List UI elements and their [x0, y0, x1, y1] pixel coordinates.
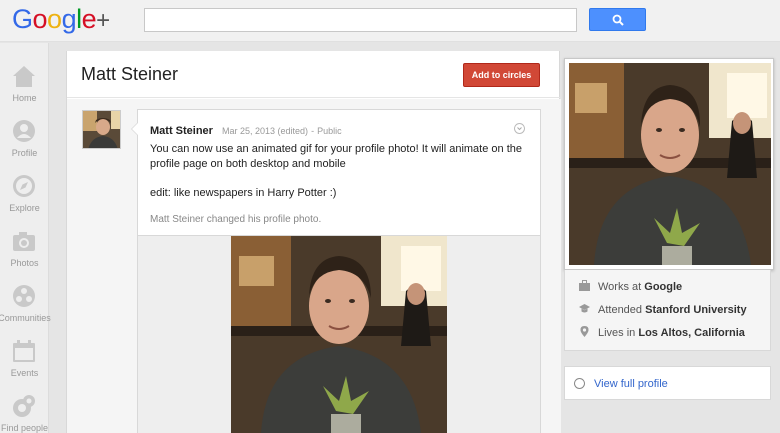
about-work: Works at Google — [579, 280, 682, 294]
home-icon — [13, 66, 35, 87]
main-column: Matt Steiner Add to circles Matt Steiner… — [66, 51, 561, 433]
nav-communities[interactable]: Communities — [0, 284, 51, 339]
about-edu-value: Stanford University — [645, 304, 747, 316]
profile-name: Matt Steiner — [81, 64, 179, 84]
post-menu-button[interactable] — [514, 123, 525, 134]
post-edit-note: edit: like newspapers in Harry Potter :) — [150, 187, 337, 199]
profile-photo[interactable] — [569, 63, 771, 265]
find-people-icon — [13, 395, 35, 417]
post-text: You can now use an animated gif for your… — [150, 143, 522, 170]
map-pin-icon — [580, 326, 589, 337]
view-full-profile-label: View full profile — [594, 378, 668, 390]
nav-photos[interactable]: Photos — [0, 229, 49, 284]
nav-home-label: Home — [12, 93, 37, 103]
chevron-down-icon — [517, 127, 522, 131]
events-icon — [13, 340, 35, 362]
post-meta-separator: - — [311, 126, 315, 136]
search-icon — [612, 14, 624, 26]
post-date[interactable]: Mar 25, 2013 (edited) — [222, 126, 308, 136]
search-input[interactable] — [144, 8, 577, 32]
nav-profile[interactable]: Profile — [0, 119, 49, 174]
about-work-value: Google — [644, 281, 683, 293]
nav-explore[interactable]: Explore — [0, 174, 49, 229]
avatar[interactable] — [82, 110, 121, 149]
profile-photo-card — [564, 58, 774, 270]
graduation-cap-icon — [579, 304, 590, 313]
nav-explore-label: Explore — [9, 203, 40, 213]
about-summary: Works at Google Attended Stanford Univer… — [564, 270, 771, 351]
nav-photos-label: Photos — [10, 258, 39, 268]
post-card: Matt Steiner Mar 25, 2013 (edited) - Publi… — [131, 109, 541, 236]
about-education: Attended Stanford University — [579, 303, 747, 317]
stream: Matt Steiner Mar 25, 2013 (edited) - Publi… — [67, 99, 561, 433]
profile-icon — [13, 120, 35, 142]
post-visibility[interactable]: Public — [317, 126, 342, 136]
explore-icon — [13, 175, 35, 197]
nav-events[interactable]: Events — [0, 339, 49, 394]
post-photo-frame — [137, 236, 541, 433]
briefcase-icon — [579, 280, 590, 291]
nav-find-people[interactable]: Find people — [0, 394, 49, 433]
about-loc-prefix: Lives in — [598, 327, 636, 339]
google-plus-logo[interactable]: Google+ — [12, 4, 110, 35]
search-button[interactable] — [589, 8, 646, 31]
about-edu-prefix: Attended — [598, 304, 643, 316]
nav-profile-label: Profile — [11, 148, 38, 158]
photos-icon — [13, 232, 35, 251]
about-location: Lives in Los Altos, California — [579, 326, 745, 340]
nav-communities-label: Communities — [0, 313, 51, 323]
add-to-circles-button[interactable]: Add to circles — [463, 63, 540, 87]
about-work-prefix: Works at — [598, 281, 642, 293]
profile-circle-icon — [574, 378, 585, 389]
post-activity: Matt Steiner changed his profile photo. — [150, 214, 322, 225]
nav-events-label: Events — [10, 368, 39, 378]
post-author[interactable]: Matt Steiner — [150, 125, 213, 137]
top-bar: Google+ — [0, 0, 780, 42]
about-loc-value: Los Altos, California — [638, 327, 745, 339]
nav-find-people-label: Find people — [0, 423, 49, 433]
profile-header: Matt Steiner Add to circles — [67, 51, 561, 98]
view-full-profile-link[interactable]: View full profile — [564, 366, 771, 400]
post-photo[interactable] — [231, 236, 447, 433]
communities-icon — [13, 285, 35, 307]
nav-home[interactable]: Home — [0, 64, 49, 119]
post-meta: Mar 25, 2013 (edited) - Public — [222, 126, 342, 136]
left-nav: Home Profile Explore Photos Communities … — [0, 43, 51, 433]
